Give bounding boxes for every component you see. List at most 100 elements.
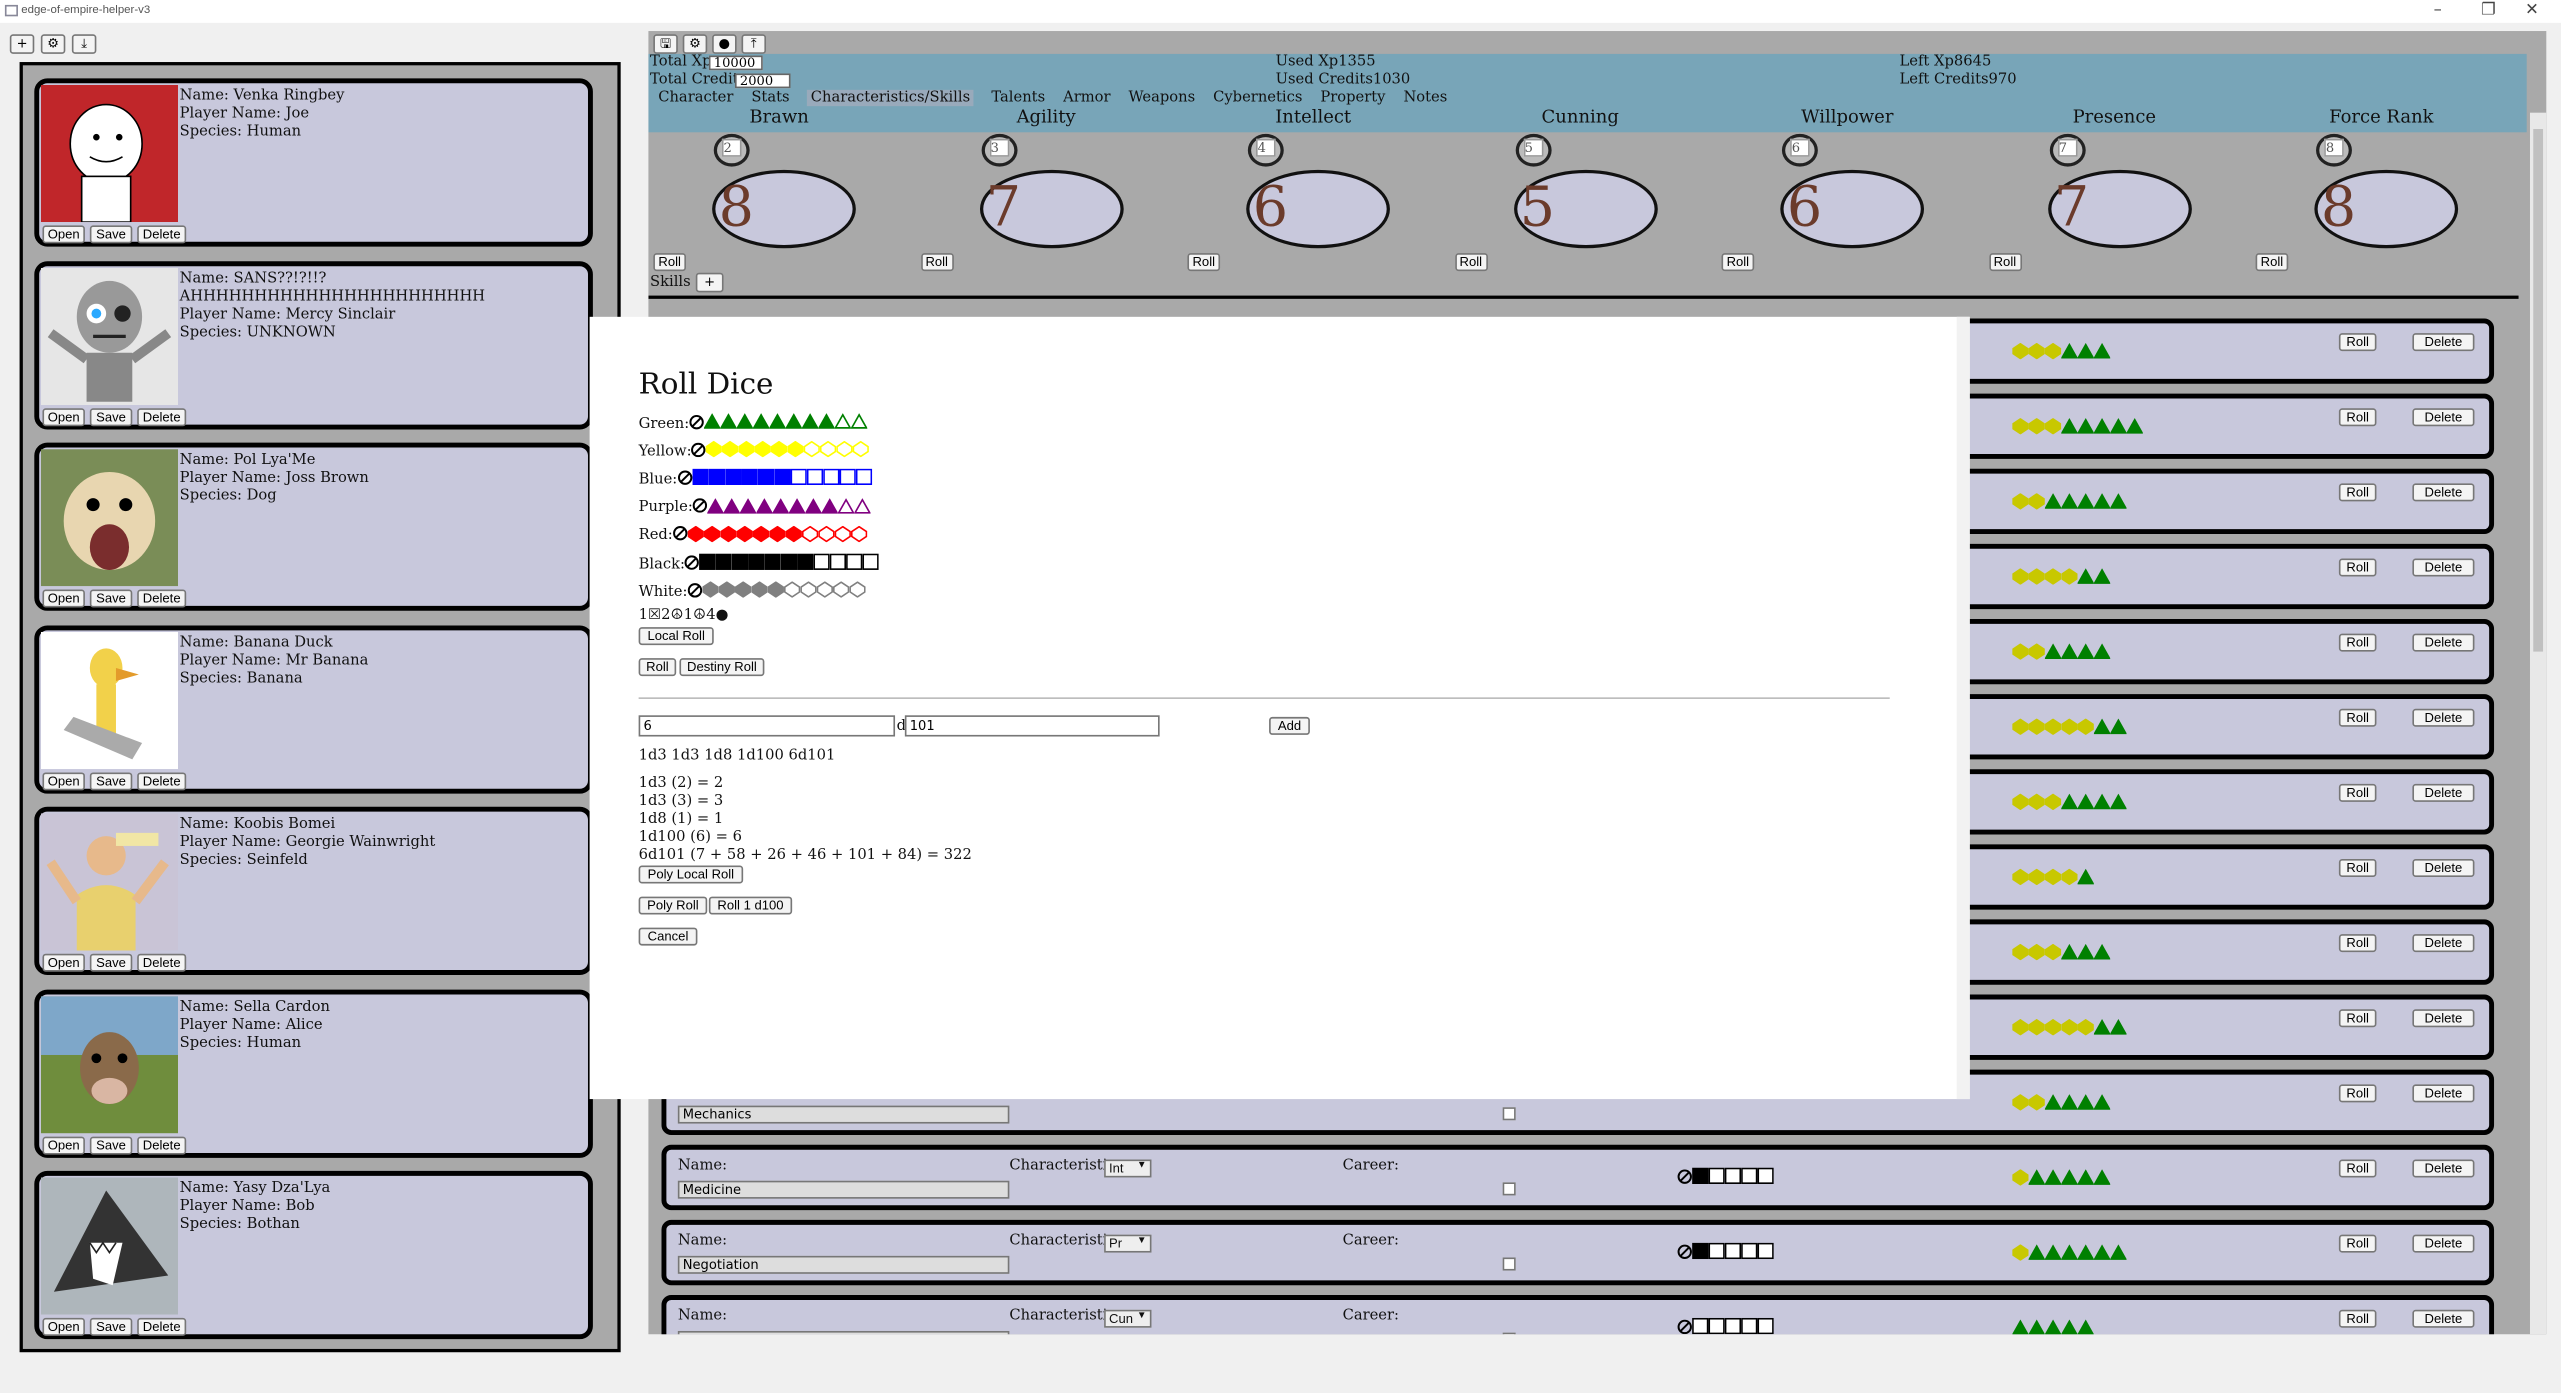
die-selected-icon[interactable]	[720, 525, 737, 547]
roll-characteristic-button[interactable]: Roll	[920, 253, 954, 272]
die-unselected-icon[interactable]	[834, 413, 852, 434]
die-selected-icon[interactable]	[773, 469, 790, 490]
roll-skill-button[interactable]: Roll	[2338, 1234, 2377, 1253]
characteristic-rank-value[interactable]: 7	[2057, 138, 2077, 157]
die-selected-icon[interactable]	[772, 497, 790, 518]
rank-clear-icon[interactable]	[1677, 1235, 1692, 1266]
die-unselected-icon[interactable]	[818, 525, 835, 547]
delete-skill-button[interactable]: Delete	[2412, 408, 2475, 427]
rank-box[interactable]	[1741, 1310, 1758, 1335]
die-selected-icon[interactable]	[785, 525, 802, 547]
open-character-button[interactable]: Open	[42, 953, 85, 972]
rank-box[interactable]	[1692, 1160, 1709, 1191]
roll-skill-button[interactable]: Roll	[2338, 859, 2377, 877]
characteristic-rank-value[interactable]: 3	[988, 138, 1009, 157]
clear-dice-icon[interactable]	[685, 554, 700, 574]
delete-character-button[interactable]: Delete	[137, 953, 187, 972]
clear-dice-icon[interactable]	[672, 526, 688, 546]
die-selected-icon[interactable]	[751, 581, 768, 603]
delete-skill-button[interactable]: Delete	[2412, 633, 2475, 652]
die-selected-icon[interactable]	[748, 553, 766, 575]
delete-character-button[interactable]: Delete	[137, 225, 187, 244]
die-unselected-icon[interactable]	[800, 581, 817, 603]
rank-box[interactable]	[1724, 1160, 1742, 1191]
die-selected-icon[interactable]	[765, 553, 782, 575]
dialog-scrollbar[interactable]	[1956, 316, 1970, 1100]
character-card[interactable]: Name: SANS??!?!!? AHHHHHHHHHHHHHHHHHHHHH…	[34, 260, 593, 429]
delete-skill-button[interactable]: Delete	[2412, 783, 2475, 802]
die-selected-icon[interactable]	[767, 581, 784, 603]
die-selected-icon[interactable]	[755, 497, 774, 518]
rank-clear-icon[interactable]	[1677, 1160, 1692, 1191]
die-unselected-icon[interactable]	[837, 497, 856, 518]
upload-button[interactable]: ⤒	[741, 34, 767, 54]
roll-skill-button[interactable]: Roll	[2338, 1009, 2377, 1028]
die-selected-icon[interactable]	[768, 413, 787, 434]
career-checkbox[interactable]	[1502, 1182, 1516, 1196]
die-selected-icon[interactable]	[821, 497, 839, 518]
die-selected-icon[interactable]	[719, 413, 738, 434]
maximize-button[interactable]: ❐	[2481, 2, 2496, 20]
close-button[interactable]: ✕	[2525, 2, 2539, 20]
die-unselected-icon[interactable]	[806, 469, 823, 490]
delete-skill-button[interactable]: Delete	[2412, 1309, 2475, 1328]
die-selected-icon[interactable]	[785, 413, 803, 434]
die-selected-icon[interactable]	[706, 441, 723, 462]
add-dice-button[interactable]: Add	[1269, 716, 1310, 735]
die-unselected-icon[interactable]	[853, 497, 872, 518]
tab-stats[interactable]: Stats	[751, 90, 789, 106]
characteristic-small-circle[interactable]: 4	[1247, 133, 1284, 167]
die-unselected-icon[interactable]	[850, 525, 868, 547]
save-character-button[interactable]: Save	[89, 589, 133, 608]
open-character-button[interactable]: Open	[42, 225, 85, 244]
add-character-button[interactable]: +	[9, 34, 35, 54]
career-checkbox[interactable]	[1502, 1107, 1516, 1121]
tab-character[interactable]: Character	[658, 90, 733, 106]
die-selected-icon[interactable]	[718, 581, 735, 603]
die-selected-icon[interactable]	[716, 553, 733, 575]
total-xp-input[interactable]	[708, 55, 763, 71]
tab-weapons[interactable]: Weapons	[1129, 90, 1196, 106]
die-selected-icon[interactable]	[736, 413, 754, 434]
roll-skill-button[interactable]: Roll	[2338, 1309, 2377, 1328]
character-card[interactable]: Name: Koobis Bomei Player Name: Georgie …	[34, 806, 593, 975]
rank-clear-icon[interactable]	[1677, 1310, 1692, 1335]
die-selected-icon[interactable]	[771, 441, 788, 462]
die-unselected-icon[interactable]	[846, 553, 864, 575]
die-selected-icon[interactable]	[797, 553, 815, 575]
die-selected-icon[interactable]	[708, 469, 725, 490]
die-selected-icon[interactable]	[752, 413, 770, 434]
local-roll-button[interactable]: Local Roll	[638, 627, 714, 646]
save-character-button[interactable]: Save	[89, 1317, 133, 1336]
characteristic-small-circle[interactable]: 8	[2316, 133, 2352, 167]
die-selected-icon[interactable]	[699, 553, 717, 575]
die-unselected-icon[interactable]	[850, 413, 868, 434]
roll-characteristic-button[interactable]: Roll	[2255, 253, 2289, 272]
roll-skill-button[interactable]: Roll	[2338, 633, 2377, 652]
clear-dice-icon[interactable]	[692, 498, 708, 518]
die-selected-icon[interactable]	[738, 441, 756, 462]
open-character-button[interactable]: Open	[42, 771, 85, 790]
rank-box[interactable]	[1692, 1310, 1709, 1335]
open-character-button[interactable]: Open	[42, 407, 85, 426]
tab-property[interactable]: Property	[1320, 90, 1385, 106]
rank-box[interactable]	[1708, 1310, 1725, 1335]
save-character-button[interactable]: Save	[89, 407, 133, 426]
die-selected-icon[interactable]	[687, 525, 704, 547]
skill-characteristic-select[interactable]: Int ▼	[1104, 1159, 1152, 1178]
clear-dice-icon[interactable]	[687, 582, 703, 603]
rank-box[interactable]	[1757, 1235, 1774, 1266]
die-selected-icon[interactable]	[691, 469, 709, 490]
roll-characteristic-button[interactable]: Roll	[653, 253, 686, 272]
characteristic-rank-value[interactable]: 5	[1523, 138, 1543, 157]
die-unselected-icon[interactable]	[830, 553, 847, 575]
die-selected-icon[interactable]	[739, 497, 758, 518]
open-character-button[interactable]: Open	[42, 1135, 85, 1154]
save-character-button[interactable]: Save	[89, 225, 133, 244]
roll-1-d100-button[interactable]: Roll 1 d100	[708, 896, 793, 915]
cancel-button[interactable]: Cancel	[638, 927, 698, 946]
tab-cybernetics[interactable]: Cybernetics	[1213, 90, 1302, 106]
delete-character-button[interactable]: Delete	[137, 1317, 187, 1336]
tab-talents[interactable]: Talents	[991, 90, 1045, 106]
delete-skill-button[interactable]: Delete	[2412, 1009, 2475, 1028]
